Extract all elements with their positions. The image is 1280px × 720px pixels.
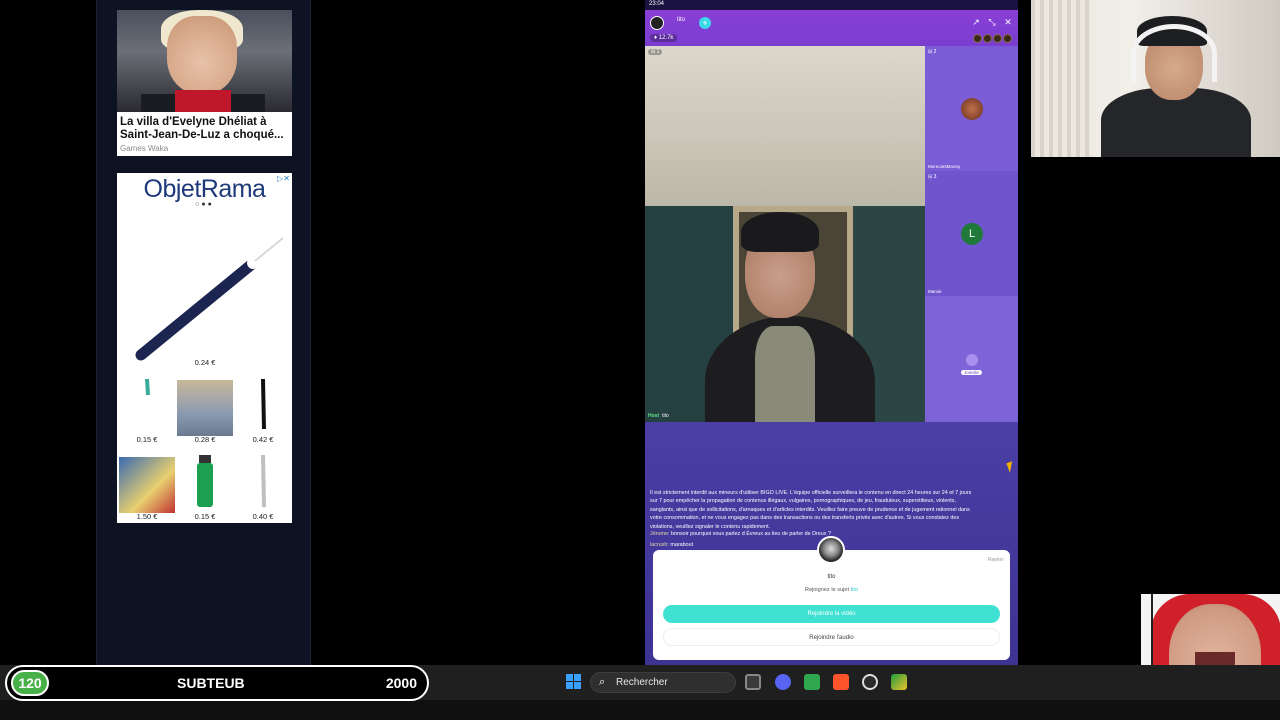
product-thumb-2[interactable] bbox=[177, 380, 233, 436]
search-label: Rechercher bbox=[616, 677, 668, 688]
pen-product-image[interactable] bbox=[135, 231, 292, 361]
product-thumb-3[interactable] bbox=[235, 375, 291, 431]
product-thumb-1[interactable] bbox=[119, 375, 175, 431]
sheet-subtitle-highlight: tito bbox=[850, 587, 859, 593]
taskbar-search[interactable]: ⌕ Rechercher bbox=[590, 672, 736, 693]
join-seat-button[interactable]: Joindre bbox=[961, 370, 982, 375]
task-view-icon[interactable] bbox=[745, 674, 761, 690]
chat-text: : marabout bbox=[667, 542, 694, 548]
news-ad-photo bbox=[117, 10, 292, 112]
chat-text: : bonsoir pourquoi vous parlez d Évreux … bbox=[667, 531, 831, 537]
shop-ad-brand: ObjetRama bbox=[143, 175, 266, 203]
windows-start-icon[interactable] bbox=[566, 674, 581, 689]
status-time: 23:04 bbox=[649, 1, 665, 7]
guest-slot-1-index: ⊟ 2 bbox=[928, 49, 937, 55]
news-ad-title[interactable]: La villa d'Évelyne Dhéliat à Saint-Jean-… bbox=[117, 112, 292, 142]
sheet-host-name: tito bbox=[827, 574, 836, 580]
main-video-label: Host tito bbox=[648, 413, 669, 419]
join-sheet: Rejeter tito Rejoignez le sujet tito Rej… bbox=[653, 536, 1010, 660]
score-overlay: 120 SUBTEUB 2000 bbox=[5, 665, 429, 701]
dismiss-button[interactable]: Rejeter bbox=[988, 557, 1004, 563]
host-name[interactable]: tito bbox=[677, 17, 685, 23]
sheet-host-avatar bbox=[817, 536, 845, 564]
chat-author: lacrush bbox=[650, 542, 668, 548]
follow-button[interactable]: + bbox=[699, 17, 711, 29]
minimize-icon[interactable]: ⤡ bbox=[987, 17, 997, 27]
streamer-webcam bbox=[1031, 0, 1280, 157]
level-badge: 120 bbox=[11, 670, 49, 696]
main-video-stream[interactable]: ⊟ 1 Host tito bbox=[645, 46, 925, 422]
taskbar-bottom-strip bbox=[0, 700, 1280, 720]
app-icon[interactable] bbox=[891, 674, 907, 690]
product-thumb-6[interactable] bbox=[235, 453, 291, 509]
browser-sidebar: La villa d'Évelyne Dhéliat à Saint-Jean-… bbox=[96, 0, 311, 665]
discord-icon[interactable] bbox=[775, 674, 791, 690]
price-5: 0.15 € bbox=[194, 512, 216, 521]
likes-count: 12.7k bbox=[658, 35, 674, 41]
price-6: 0.40 € bbox=[252, 512, 274, 521]
safety-warning: Il est strictement interdit aux mineurs … bbox=[650, 490, 972, 530]
guest-slot-2[interactable]: ⊟ 3 L Mamie bbox=[925, 171, 1018, 296]
news-ad-title-line1: La villa d'Évelyne Dhéliat à bbox=[120, 116, 267, 128]
news-ad[interactable]: La villa d'Évelyne Dhéliat à Saint-Jean-… bbox=[117, 10, 292, 156]
ad-choices-icon[interactable]: ▷✕ bbox=[277, 174, 290, 183]
join-video-button[interactable]: Rejoindre la vidéo bbox=[663, 605, 1000, 623]
price-1: 0.15 € bbox=[136, 435, 158, 444]
chat-message: lacrush: marabout bbox=[650, 542, 693, 548]
guest-avatar-1[interactable] bbox=[961, 98, 983, 120]
main-video-name: tito bbox=[662, 413, 669, 419]
news-ad-source: Games Waka bbox=[120, 144, 169, 153]
news-ad-title-line2: Saint-Jean-De-Luz a choqué... bbox=[120, 129, 284, 141]
price-2: 0.28 € bbox=[194, 435, 216, 444]
mic-icon bbox=[966, 354, 978, 366]
spreadsheet-app-icon[interactable] bbox=[804, 674, 820, 690]
price-4: 1.50 € bbox=[136, 512, 158, 521]
join-audio-button[interactable]: Rejoindre l'audio bbox=[663, 628, 1000, 646]
host-avatar[interactable] bbox=[650, 16, 664, 30]
chat-author: Jérome bbox=[650, 531, 668, 537]
sheet-subtitle: Rejoignez le sujet tito bbox=[653, 587, 1010, 593]
guest-slot-3[interactable]: Joindre bbox=[925, 296, 1018, 422]
product-thumb-4[interactable] bbox=[119, 457, 175, 513]
brave-browser-icon[interactable] bbox=[833, 674, 849, 690]
obs-icon[interactable] bbox=[862, 674, 878, 690]
chat-message: Jérome: bonsoir pourquoi vous parlez d É… bbox=[650, 531, 831, 537]
screen: La villa d'Évelyne Dhéliat à Saint-Jean-… bbox=[0, 0, 1280, 720]
guest-avatar-2[interactable]: L bbox=[961, 223, 983, 245]
status-bar: 23:04 bbox=[645, 0, 1018, 10]
shop-ad[interactable]: ObjetRama ▷✕ ○●● 0.24 € 0.15 € 0.28 € 0.… bbox=[117, 173, 292, 523]
share-icon[interactable]: ↗ bbox=[971, 17, 981, 27]
live-header: tito + ♦ 12.7k ↗ ⤡ ✕ bbox=[645, 10, 1018, 46]
search-icon: ⌕ bbox=[599, 676, 606, 688]
guest-name-1: MorecantMoony bbox=[928, 164, 961, 169]
close-icon[interactable]: ✕ bbox=[1003, 17, 1013, 27]
score-value: 2000 bbox=[385, 675, 417, 691]
main-video-seat-tag: ⊟ 1 bbox=[648, 49, 663, 55]
viewer-avatars[interactable] bbox=[973, 34, 1012, 43]
live-app-window: 23:04 tito + ♦ 12.7k ↗ ⤡ ✕ ⊟ 1 Hosttito bbox=[645, 0, 1018, 665]
product-thumb-5[interactable] bbox=[177, 453, 233, 509]
likes-badge: ♦ 12.7k bbox=[650, 34, 678, 42]
main-price: 0.24 € bbox=[194, 358, 216, 367]
guest-name-2: Mamie bbox=[928, 289, 942, 294]
guest-slot-1[interactable]: ⊟ 2 MorecantMoony bbox=[925, 46, 1018, 171]
price-3: 0.42 € bbox=[252, 435, 274, 444]
score-name: SUBTEUB bbox=[177, 675, 245, 691]
guest-slot-2-index: ⊟ 3 bbox=[928, 174, 937, 180]
sheet-subtitle-text: Rejoignez le sujet bbox=[804, 587, 851, 593]
